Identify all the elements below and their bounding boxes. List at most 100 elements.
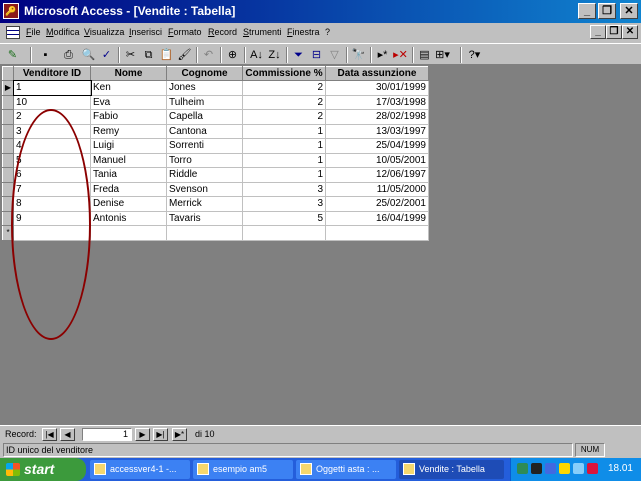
undo-icon[interactable]: ↶ [200, 47, 217, 63]
cell-venditore-id[interactable]: 1 [12, 79, 92, 96]
restore-button[interactable]: ❐ [598, 3, 616, 19]
cell-data-assunzione[interactable]: 12/06/1997 [325, 167, 429, 183]
cell-new-cognome[interactable] [166, 225, 243, 241]
menu-formato[interactable]: Formato [168, 27, 202, 37]
table-row[interactable]: ▶ 1 Ken Jones 2 30/01/1999 [2, 79, 429, 96]
sort-descending-icon[interactable]: Z↓ [266, 47, 283, 63]
cell-cognome[interactable]: Riddle [166, 167, 243, 183]
menu-file[interactable]: File [26, 27, 41, 37]
menu-record[interactable]: Record [208, 27, 237, 37]
help-icon[interactable]: ?▾ [466, 47, 483, 63]
cell-nome[interactable]: Ken [90, 80, 167, 96]
row-selector[interactable] [2, 94, 14, 110]
paste-icon[interactable]: 📋 [158, 47, 175, 63]
column-header-cognome[interactable]: Cognome [166, 66, 243, 81]
doc-close-button[interactable]: ✕ [622, 25, 638, 39]
table-row[interactable]: 10 Eva Tulheim 2 17/03/1998 [2, 94, 429, 110]
menu-strumenti[interactable]: Strumenti [243, 27, 282, 37]
cell-nome[interactable]: Manuel [90, 152, 167, 168]
new-record-icon[interactable]: ▸* [374, 47, 391, 63]
datasheet-icon[interactable] [6, 26, 20, 39]
task-accessver[interactable]: accessver4-1 -... [90, 460, 190, 479]
first-record-button[interactable]: |◀ [42, 428, 57, 441]
cell-cognome[interactable]: Merrick [166, 196, 243, 212]
cell-venditore-id[interactable]: 10 [13, 94, 91, 110]
menu-finestra[interactable]: Finestra [287, 27, 320, 37]
start-button[interactable]: start [0, 458, 86, 481]
cut-icon[interactable]: ✂ [122, 47, 139, 63]
cell-commissione[interactable]: 5 [242, 210, 326, 226]
cell-commissione[interactable]: 3 [242, 196, 326, 212]
cell-new-data-assunzione[interactable] [325, 225, 429, 241]
cell-cognome[interactable]: Tavaris [166, 210, 243, 226]
row-selector[interactable] [2, 109, 14, 125]
cell-data-assunzione[interactable]: 25/04/1999 [325, 138, 429, 154]
doc-minimize-button[interactable]: _ [590, 25, 606, 39]
row-selector[interactable] [2, 123, 14, 139]
cell-data-assunzione[interactable]: 10/05/2001 [325, 152, 429, 168]
hyperlink-icon[interactable]: ⊕ [224, 47, 241, 63]
cell-new-commissione[interactable] [242, 225, 326, 241]
cell-commissione[interactable]: 1 [242, 138, 326, 154]
cell-data-assunzione[interactable]: 30/01/1999 [325, 80, 429, 96]
security-icon[interactable] [587, 463, 598, 474]
cell-commissione[interactable]: 2 [242, 80, 326, 96]
new-object-icon[interactable]: ⊞▾ [434, 47, 451, 63]
cell-data-assunzione[interactable]: 16/04/1999 [325, 210, 429, 226]
cell-data-assunzione[interactable]: 11/05/2000 [325, 181, 429, 197]
column-header-venditore-id[interactable]: Venditore ID [13, 66, 91, 81]
cell-cognome[interactable]: Tulheim [166, 94, 243, 110]
cell-cognome[interactable]: Torro [166, 152, 243, 168]
cell-nome[interactable]: Denise [90, 196, 167, 212]
cell-cognome[interactable]: Svenson [166, 181, 243, 197]
database-window-icon[interactable]: ▤ [416, 47, 433, 63]
doc-restore-button[interactable]: ❐ [606, 25, 622, 39]
cell-cognome[interactable]: Cantona [166, 123, 243, 139]
cell-data-assunzione[interactable]: 28/02/1998 [325, 109, 429, 125]
format-painter-icon[interactable]: 🖌 [176, 47, 193, 63]
row-selector[interactable] [2, 167, 14, 183]
display-icon[interactable] [573, 463, 584, 474]
save-icon[interactable]: ▪ [37, 47, 54, 63]
cell-commissione[interactable]: 1 [242, 152, 326, 168]
cell-nome[interactable]: Remy [90, 123, 167, 139]
menu-modifica[interactable]: Modifica [46, 27, 80, 37]
cell-data-assunzione[interactable]: 13/03/1997 [325, 123, 429, 139]
network-icon[interactable] [517, 463, 528, 474]
column-header-commissione[interactable]: Commissione % [242, 66, 326, 81]
cell-commissione[interactable]: 3 [242, 181, 326, 197]
next-record-button[interactable]: ▶ [135, 428, 150, 441]
cell-cognome[interactable]: Capella [166, 109, 243, 125]
row-selector[interactable] [2, 152, 14, 168]
column-header-nome[interactable]: Nome [90, 66, 167, 81]
row-selector[interactable]: ▶ [2, 80, 14, 96]
new-record-button[interactable]: ▶* [172, 428, 187, 441]
close-button[interactable]: ✕ [620, 3, 638, 19]
column-header-data-assunzione[interactable]: Data assunzione [325, 66, 429, 81]
row-selector[interactable] [2, 138, 14, 154]
view-design-icon[interactable]: ✎ [4, 47, 21, 63]
filter-by-form-icon[interactable]: ⊟ [308, 47, 325, 63]
delete-record-icon[interactable]: ▸✕ [392, 47, 409, 63]
filter-by-selection-icon[interactable]: ⏷ [290, 47, 307, 63]
apply-filter-icon[interactable]: ▽ [326, 47, 343, 63]
cell-data-assunzione[interactable]: 25/02/2001 [325, 196, 429, 212]
spelling-icon[interactable]: ✓ [98, 47, 115, 63]
minimize-button[interactable]: _ [578, 3, 596, 19]
cell-cognome[interactable]: Sorrenti [166, 138, 243, 154]
cell-nome[interactable]: Freda [90, 181, 167, 197]
cell-nome[interactable]: Eva [90, 94, 167, 110]
cell-nome[interactable]: Luigi [90, 138, 167, 154]
current-record-input[interactable]: 1 [82, 428, 132, 441]
cell-nome[interactable]: Antonis [90, 210, 167, 226]
menu-help[interactable]: ? [325, 27, 330, 37]
antivirus-icon[interactable] [545, 463, 556, 474]
print-preview-icon[interactable]: 🔍 [80, 47, 97, 63]
globe-icon[interactable] [531, 463, 542, 474]
volume-icon[interactable] [559, 463, 570, 474]
cell-commissione[interactable]: 1 [242, 123, 326, 139]
copy-icon[interactable]: ⧉ [140, 47, 157, 63]
select-all-corner[interactable] [2, 66, 14, 81]
sort-ascending-icon[interactable]: A↓ [248, 47, 265, 63]
task-esempio[interactable]: esempio am5 [193, 460, 293, 479]
